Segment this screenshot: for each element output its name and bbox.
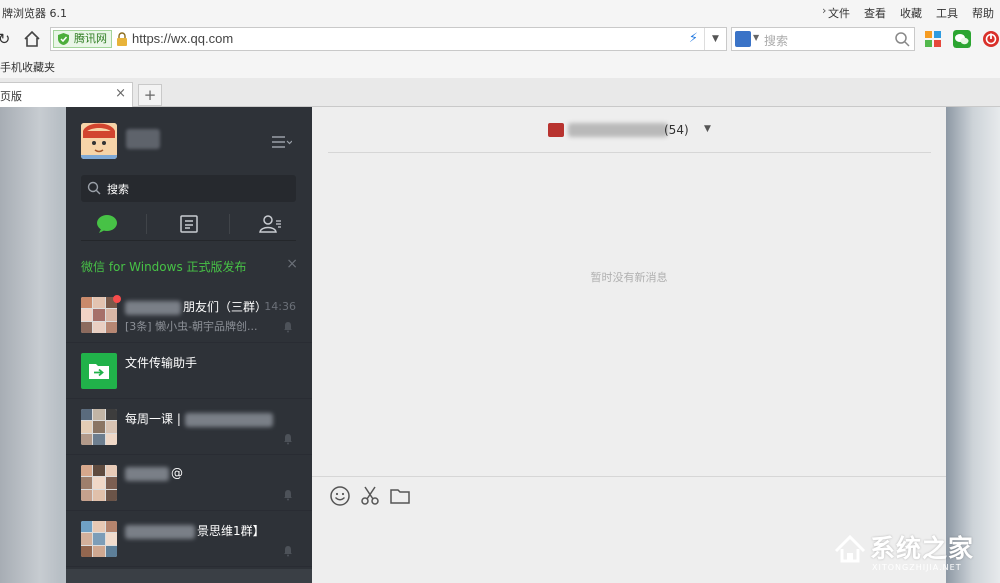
favorites-bar: 手机收藏夹: [0, 54, 1000, 78]
chevron-right-icon[interactable]: ›: [822, 4, 826, 17]
tab-divider: [229, 214, 230, 234]
chat-tab-icon[interactable]: [96, 214, 118, 234]
menu-help[interactable]: 帮助: [972, 5, 994, 21]
secure-site-badge[interactable]: 腾讯网: [53, 30, 112, 48]
menu-view[interactable]: 查看: [864, 5, 886, 21]
mute-icon: [284, 434, 292, 445]
shield-icon: [58, 33, 69, 45]
power-icon[interactable]: [982, 30, 1000, 48]
chevron-down-icon[interactable]: ▼: [704, 124, 711, 134]
chevron-down-icon[interactable]: ▼: [753, 33, 759, 42]
conversation-item[interactable]: 朋友们（三群） 14:36 [3条] 懒小虫-朝宇品牌创...: [66, 287, 312, 343]
watermark-logo-icon: [834, 534, 866, 563]
secure-site-label: 腾讯网: [74, 32, 107, 45]
wechat-sidebar: 搜索 微信 for Windows 正式版发布 × 朋友们（三群） 14:36 …: [66, 107, 312, 583]
articles-tab-icon[interactable]: [178, 214, 200, 234]
conversation-name: @: [125, 466, 183, 481]
chat-header[interactable]: (54) ▼: [328, 107, 931, 153]
lightning-icon[interactable]: ⚡: [689, 31, 698, 46]
background-image-right: [946, 107, 1000, 583]
contacts-tab-icon[interactable]: [259, 214, 281, 234]
conversation-name: 每周一课 |: [125, 410, 275, 427]
member-count: (54): [664, 123, 689, 137]
unread-badge: [113, 295, 121, 303]
mute-icon: [284, 490, 292, 501]
mute-icon: [284, 546, 292, 557]
windows-release-notice[interactable]: 微信 for Windows 正式版发布 ×: [66, 252, 312, 280]
group-avatar: [81, 409, 117, 445]
conversation-item[interactable]: 景思维1群】: [66, 511, 312, 567]
empty-message: 暂时没有新消息: [590, 271, 668, 284]
menu-icon[interactable]: [272, 135, 292, 149]
wechat-icon[interactable]: [953, 30, 971, 48]
search-icon: [87, 181, 101, 195]
contact-search-input[interactable]: 搜索: [81, 175, 296, 202]
new-tab-button[interactable]: +: [138, 84, 162, 106]
conversation-item-partial[interactable]: [66, 569, 312, 583]
lock-icon: [117, 32, 127, 46]
address-bar[interactable]: 腾讯网 https://wx.qq.com ⚡ ▼: [50, 27, 727, 51]
menu-tools[interactable]: 工具: [936, 5, 958, 21]
group-icon: [548, 123, 564, 137]
chat-title-redacted: [568, 123, 668, 137]
conversation-preview: [3条] 懒小虫-朝宇品牌创...: [125, 320, 258, 333]
notice-text: 微信 for Windows 正式版发布: [81, 260, 247, 274]
tab-bar: 页版 × +: [0, 78, 1000, 107]
folder-icon[interactable]: [389, 485, 411, 507]
close-icon[interactable]: ×: [286, 256, 298, 272]
tab-wechat-web[interactable]: 页版 ×: [0, 82, 133, 107]
favorites-item[interactable]: 手机收藏夹: [0, 59, 55, 75]
emoji-icon[interactable]: [329, 485, 351, 507]
sidebar-tabs: [81, 208, 296, 241]
menu-favorites[interactable]: 收藏: [900, 5, 922, 21]
watermark-text: 系统之家: [870, 534, 975, 563]
mute-icon: [284, 322, 292, 333]
tab-label: 页版: [0, 90, 22, 103]
browser-title: 牌浏览器 6.1: [2, 7, 67, 20]
conversation-item[interactable]: 每周一课 |: [66, 399, 312, 455]
tab-divider: [146, 214, 147, 234]
browser-nav-bar: ↻ 腾讯网 https://wx.qq.com ⚡ ▼ ▼ 搜索: [0, 24, 1000, 54]
group-avatar: [81, 521, 117, 557]
menu-file[interactable]: 文件: [828, 5, 850, 21]
browser-search-placeholder: 搜索: [764, 34, 789, 48]
group-avatar: [81, 465, 117, 501]
home-icon[interactable]: [22, 28, 42, 50]
browser-title-bar: 牌浏览器 6.1 › 文件 查看 收藏 工具 帮助: [0, 0, 1000, 24]
avatar[interactable]: [81, 123, 117, 159]
browser-search-box[interactable]: ▼ 搜索: [731, 27, 915, 51]
apps-icon[interactable]: [924, 30, 942, 48]
refresh-icon[interactable]: ↻: [0, 28, 14, 50]
search-engine-icon[interactable]: [735, 31, 751, 47]
close-tab-icon[interactable]: ×: [115, 86, 126, 101]
watermark: 系统之家 XITONGZHIJIA.NET: [820, 521, 1000, 583]
conversation-name: 朋友们（三群）: [125, 298, 267, 315]
scissors-icon[interactable]: [359, 485, 381, 507]
contact-search-placeholder: 搜索: [107, 183, 129, 196]
search-icon[interactable]: [894, 31, 910, 47]
conversation-item[interactable]: 文件传输助手: [66, 343, 312, 399]
url-text: https://wx.qq.com: [132, 31, 234, 46]
conversation-name: 景思维1群】: [125, 522, 265, 539]
browser-menu: 文件 查看 收藏 工具 帮助: [828, 5, 994, 21]
conversation-time: 14:36: [264, 300, 296, 313]
watermark-url: XITONGZHIJIA.NET: [872, 563, 962, 572]
group-avatar: [81, 297, 117, 333]
chat-panel: (54) ▼ 暂时没有新消息: [312, 107, 946, 583]
address-dropdown-icon[interactable]: ▼: [704, 28, 726, 50]
conversation-item[interactable]: @: [66, 455, 312, 511]
conversation-name: 文件传输助手: [125, 356, 198, 370]
user-nickname-redacted: [126, 129, 160, 149]
file-transfer-icon: [81, 353, 117, 389]
